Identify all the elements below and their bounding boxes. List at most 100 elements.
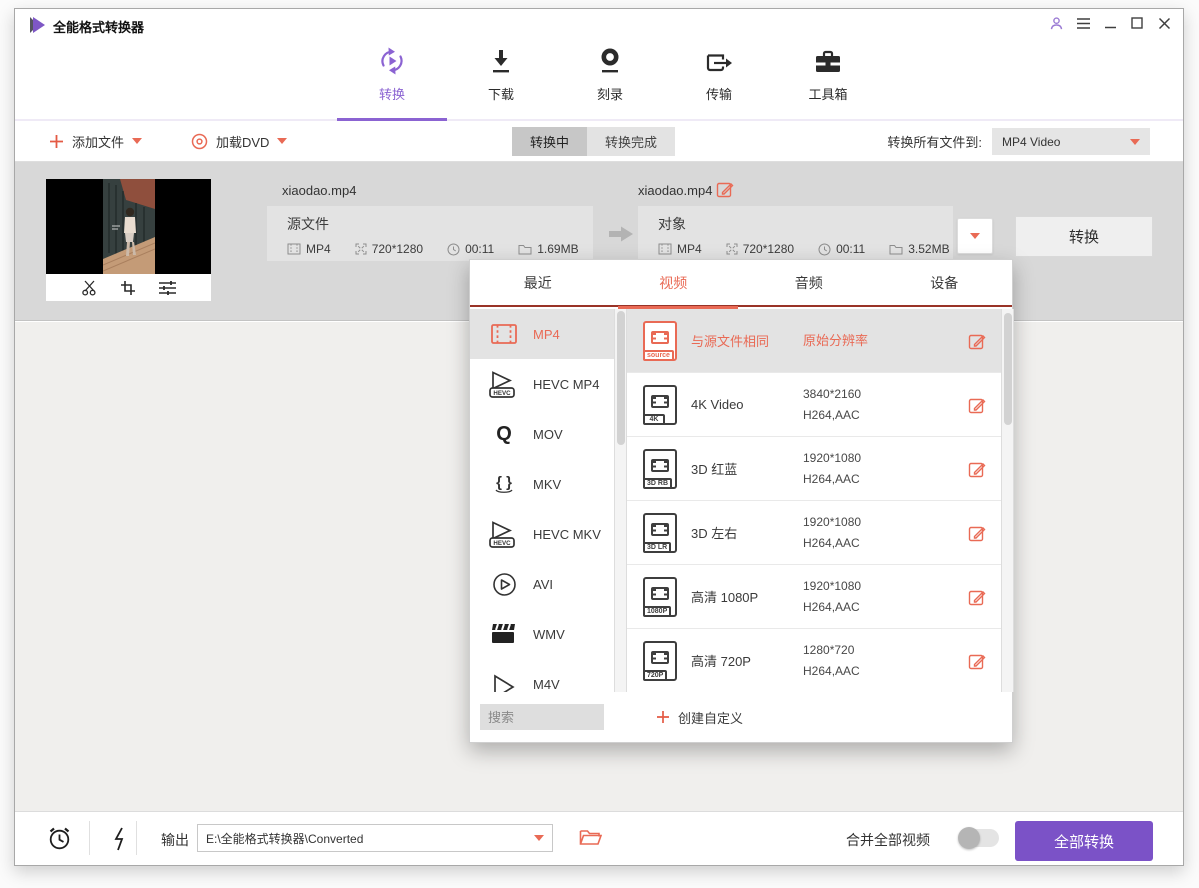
toolbar: 添加文件 加载DVD 转换中 转换完成 转换所有文件到: MP4 Video [15, 121, 1183, 162]
tab-burn-label: 刻录 [597, 84, 623, 103]
edit-preset-icon[interactable] [968, 524, 986, 542]
schedule-icon[interactable] [46, 825, 73, 852]
tab-transfer-label: 传输 [706, 84, 732, 103]
transfer-icon [704, 41, 734, 77]
format-list-scrollbar[interactable] [614, 309, 627, 692]
preset-list-scrollbar[interactable] [1001, 309, 1014, 692]
source-size: 1.69MB [537, 242, 578, 256]
output-format-value: MP4 Video [1002, 135, 1060, 149]
search-input[interactable] [480, 704, 604, 730]
panel-tab-video[interactable]: 视频 [606, 260, 742, 305]
load-dvd-button[interactable]: 加载DVD [191, 121, 287, 161]
clock-icon [818, 243, 831, 256]
format-list: MP4 HEVC HEVC MP4 Q MOV { } MKV HEVC [470, 309, 614, 692]
format-item-hevc-mkv[interactable]: HEVC HEVC MKV [470, 509, 614, 559]
video-thumbnail[interactable] [46, 179, 211, 274]
effects-icon[interactable] [158, 280, 177, 296]
bottom-bar: 输出 合并全部视频 全部转换 [15, 811, 1183, 865]
close-icon[interactable] [1155, 14, 1173, 32]
chevron-down-icon [132, 138, 142, 144]
720p-format-icon: 720P [643, 641, 677, 681]
plus-icon [656, 710, 670, 724]
format-item-mp4[interactable]: MP4 [470, 309, 614, 359]
main-nav: 转换 下载 刻录 [350, 41, 870, 107]
convert-all-button[interactable]: 全部转换 [1015, 821, 1153, 861]
toolbox-icon [813, 41, 843, 77]
format-item-m4v[interactable]: M4V [470, 659, 614, 692]
preset-row-3d-lr[interactable]: 3D LR 3D 左右 1920*1080H264,AAC [627, 501, 1002, 565]
convert-icon [376, 41, 408, 77]
panel-tab-device[interactable]: 设备 [877, 260, 1013, 305]
clock-icon [447, 243, 460, 256]
chevron-down-icon [534, 835, 544, 841]
tab-toolbox-label: 工具箱 [808, 84, 847, 103]
rename-edit-icon[interactable] [716, 180, 734, 198]
crop-icon[interactable] [120, 280, 136, 296]
edit-preset-icon[interactable] [968, 396, 986, 414]
target-file-name: xiaodao.mp4 [638, 183, 712, 198]
tab-burn[interactable]: 刻录 [568, 41, 652, 107]
tab-finished[interactable]: 转换完成 [587, 127, 675, 156]
chevron-down-icon [970, 233, 980, 239]
tab-converting[interactable]: 转换中 [512, 127, 587, 156]
output-path-input[interactable] [206, 831, 534, 845]
format-item-mkv[interactable]: { } MKV [470, 459, 614, 509]
edit-preset-icon[interactable] [968, 588, 986, 606]
app-logo-icon [27, 15, 47, 35]
divider [136, 821, 137, 855]
target-format-dropdown-button[interactable] [957, 218, 993, 254]
format-item-mov[interactable]: Q MOV [470, 409, 614, 459]
panel-tab-recent[interactable]: 最近 [470, 260, 606, 305]
film-icon [287, 243, 301, 255]
plus-icon [49, 134, 64, 149]
target-info-box: 对象 MP4 720*1280 00:11 3.52MB [638, 206, 953, 261]
source-format: MP4 [306, 242, 331, 256]
toggle-knob [958, 827, 980, 849]
panel-tab-audio[interactable]: 音频 [741, 260, 877, 305]
convert-all-to-label: 转换所有文件到: [887, 132, 982, 151]
edit-preset-icon[interactable] [968, 460, 986, 478]
app-window: 全能格式转换器 [14, 8, 1184, 866]
shutdown-icon[interactable] [110, 826, 128, 852]
merge-toggle[interactable] [959, 829, 999, 847]
preset-row-4k[interactable]: 4K 4K Video 3840*2160H264,AAC [627, 373, 1002, 437]
output-format-select[interactable]: MP4 Video [992, 128, 1150, 155]
add-files-label: 添加文件 [72, 132, 124, 151]
tab-toolbox[interactable]: 工具箱 [786, 41, 870, 107]
format-panel-tabs: 最近 视频 音频 设备 [470, 260, 1012, 307]
preset-row-1080p[interactable]: 1080P 高清 1080P 1920*1080H264,AAC [627, 565, 1002, 629]
output-path-select[interactable] [197, 824, 553, 852]
edit-preset-icon[interactable] [968, 652, 986, 670]
1080p-format-icon: 1080P [643, 577, 677, 617]
source-resolution: 720*1280 [372, 242, 423, 256]
tab-download[interactable]: 下载 [459, 41, 543, 107]
format-item-wmv[interactable]: WMV [470, 609, 614, 659]
panel-footer: 创建自定义 [470, 692, 1012, 742]
4k-format-icon: 4K [643, 385, 677, 425]
add-files-button[interactable]: 添加文件 [49, 121, 142, 161]
tab-convert[interactable]: 转换 [350, 41, 434, 107]
format-item-hevc-mp4[interactable]: HEVC HEVC MP4 [470, 359, 614, 409]
open-folder-icon[interactable] [579, 828, 602, 847]
minimize-icon[interactable] [1101, 14, 1119, 32]
svg-text:HEVC: HEVC [493, 540, 511, 547]
cut-icon[interactable] [81, 279, 98, 296]
create-custom-button[interactable]: 创建自定义 [656, 708, 743, 727]
edit-preset-icon[interactable] [968, 332, 986, 350]
format-item-avi[interactable]: AVI [470, 559, 614, 609]
resolution-icon [355, 243, 367, 255]
chevron-down-icon [1130, 139, 1140, 145]
chevron-down-icon [277, 138, 287, 144]
preset-row-3d-rb[interactable]: 3D RB 3D 红蓝 1920*1080H264,AAC [627, 437, 1002, 501]
preset-row-source[interactable]: source 与源文件相同 原始分辨率 [627, 309, 1002, 373]
maximize-icon[interactable] [1128, 14, 1146, 32]
tab-transfer[interactable]: 传输 [677, 41, 761, 107]
format-panel: 最近 视频 音频 设备 MP4 HEVC HEVC MP4 Q MOV [469, 259, 1013, 743]
output-label: 输出 [161, 830, 189, 850]
preset-row-720p[interactable]: 720P 高清 720P 1280*720H264,AAC [627, 629, 1002, 692]
menu-icon[interactable] [1074, 14, 1092, 32]
user-icon[interactable] [1047, 14, 1065, 32]
braces-icon: { } [488, 472, 520, 496]
convert-button[interactable]: 转换 [1015, 216, 1153, 257]
target-info-title: 对象 [658, 214, 953, 234]
